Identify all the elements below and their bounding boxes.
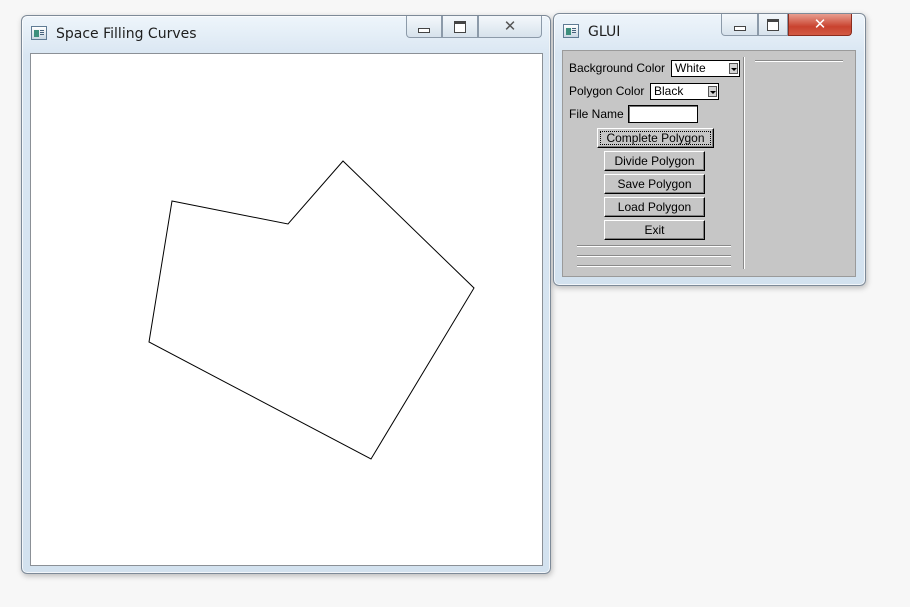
polygon-color-select[interactable]: Black (650, 83, 719, 100)
complete-polygon-button[interactable]: Complete Polygon (597, 128, 714, 148)
app-window-icon (31, 26, 47, 40)
drawing-canvas[interactable] (30, 53, 543, 566)
load-polygon-button[interactable]: Load Polygon (604, 197, 705, 217)
file-name-input[interactable] (628, 105, 698, 123)
close-button[interactable]: ✕ (478, 16, 542, 38)
polygon-color-label: Polygon Color (569, 84, 645, 98)
separator (755, 60, 843, 62)
caption-buttons: ✕ (721, 14, 852, 36)
minimize-icon (733, 25, 746, 31)
close-icon: ✕ (503, 17, 517, 35)
maximize-button[interactable] (758, 14, 788, 36)
caption-buttons: ✕ (406, 16, 542, 38)
maximize-icon (767, 18, 779, 31)
save-polygon-button[interactable]: Save Polygon (604, 174, 705, 194)
background-color-value: White (675, 61, 706, 75)
file-name-label: File Name (569, 107, 624, 121)
background-color-label: Background Color (569, 61, 666, 75)
polygon-color-value: Black (654, 84, 684, 98)
polygon-shape (148, 160, 475, 460)
window-title: GLUI (588, 24, 621, 40)
close-button[interactable]: ✕ (788, 14, 852, 36)
separator (577, 245, 731, 247)
glui-window: GLUI ✕ Background Color White Polygon Co… (553, 13, 866, 286)
minimize-button[interactable] (406, 16, 442, 38)
space-filling-curves-window: Space Filling Curves ✕ (21, 15, 551, 574)
exit-button[interactable]: Exit (604, 220, 705, 240)
polygon-drawing (148, 160, 475, 460)
separator (577, 265, 731, 267)
separator (577, 255, 731, 257)
divide-polygon-button[interactable]: Divide Polygon (604, 151, 705, 171)
minimize-button[interactable] (721, 14, 758, 36)
window-title: Space Filling Curves (56, 26, 197, 42)
glui-panel: Background Color White Polygon Color Bla… (562, 50, 856, 277)
minimize-icon (418, 27, 430, 33)
column-separator (743, 57, 745, 269)
app-window-icon (563, 24, 579, 38)
dropdown-arrow-icon (708, 86, 717, 97)
maximize-icon (454, 20, 466, 33)
close-icon: ✕ (813, 15, 827, 33)
dropdown-arrow-icon (729, 63, 738, 74)
maximize-button[interactable] (442, 16, 478, 38)
background-color-select[interactable]: White (671, 60, 740, 77)
